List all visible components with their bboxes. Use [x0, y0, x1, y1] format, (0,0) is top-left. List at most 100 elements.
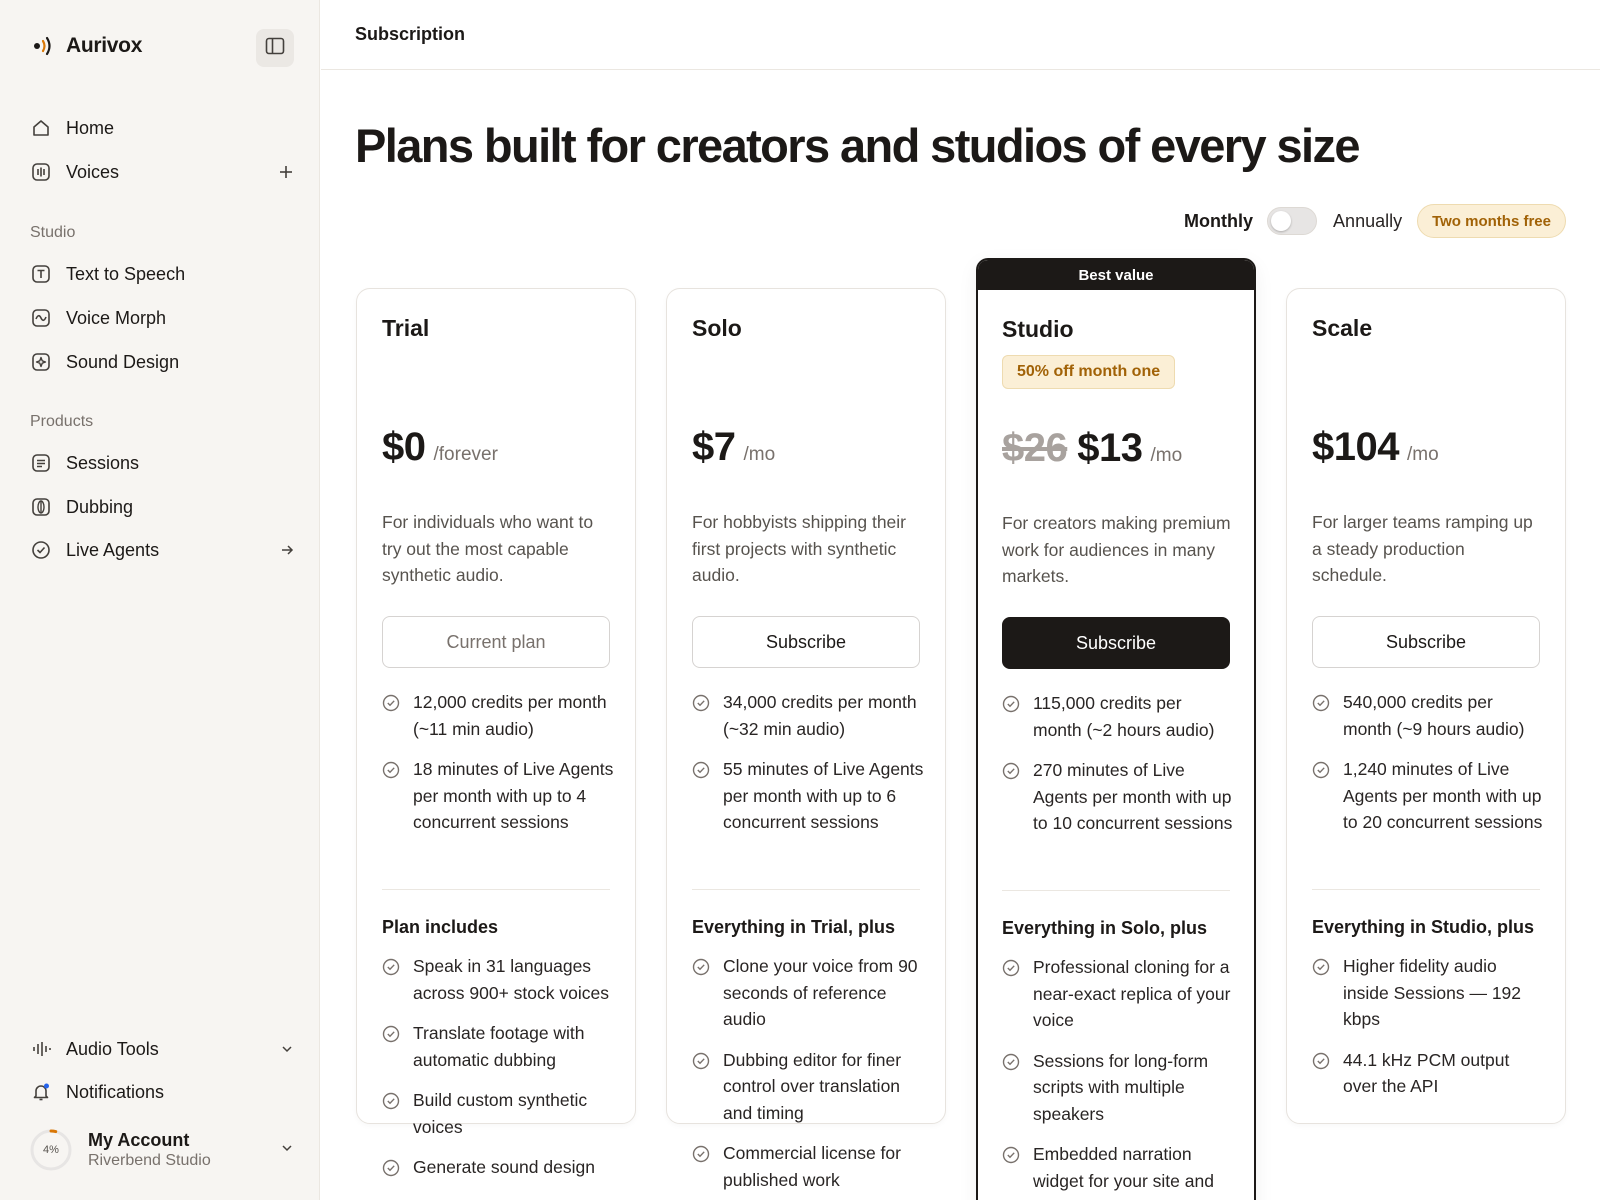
plan-includes-list: Speak in 31 languages across 900+ stock … [382, 953, 614, 1195]
sidebar-item-text-to-speech[interactable]: Text to Speech [30, 254, 300, 294]
feature-item: 540,000 credits per month (~9 hours audi… [1312, 689, 1544, 742]
account-name: My Account [88, 1130, 190, 1150]
sidebar-item-home[interactable]: Home [30, 108, 300, 148]
divider [1312, 889, 1540, 890]
check-circle-icon [382, 693, 400, 712]
sidebar-item-sound-design[interactable]: Sound Design [30, 342, 300, 382]
feature-item: Generate sound design [382, 1154, 614, 1181]
feature-text: Dubbing editor for finer control over tr… [723, 1049, 902, 1123]
toggle-knob [1271, 211, 1292, 231]
current-plan-button[interactable]: Current plan [382, 616, 610, 668]
price-row: $26 $13 /mo [1002, 426, 1182, 471]
sidebar-item-audio-tools[interactable]: Audio Tools [30, 1029, 300, 1069]
check-circle-icon [1312, 760, 1330, 779]
feature-item: 115,000 credits per month (~2 hours audi… [1002, 690, 1234, 743]
check-circle-icon [1002, 958, 1020, 977]
subscribe-button-solo[interactable]: Subscribe [692, 616, 920, 668]
sidebar-item-label: Notifications [66, 1081, 165, 1102]
sidebar-item-label: Live Agents [66, 539, 160, 560]
feature-text: 34,000 credits per month (~32 min audio) [723, 692, 917, 739]
brand-name: Aurivox [66, 34, 143, 57]
plan-period: /mo [1150, 445, 1183, 466]
feature-item: Clone your voice from 90 seconds of refe… [692, 953, 924, 1033]
sidebar-item-notifications[interactable]: Notifications [30, 1072, 300, 1112]
chevron-down-icon[interactable] [280, 1141, 294, 1160]
home-icon [30, 117, 52, 139]
discount-badge: 50% off month one [1002, 355, 1176, 389]
plan-name: Solo [692, 315, 742, 341]
feature-text: Professional cloning for a near-exact re… [1033, 957, 1231, 1030]
plan-period: /mo [743, 444, 776, 465]
feature-item: 1,240 minutes of Live Agents per month w… [1312, 756, 1544, 836]
arrow-right-icon[interactable] [280, 543, 294, 557]
plan-name: Trial [382, 315, 430, 341]
feature-text: Speak in 31 languages across 900+ stock … [413, 956, 609, 1003]
feature-text: Higher fidelity audio inside Sessions — … [1343, 956, 1522, 1029]
sidebar-item-live-agents[interactable]: Live Agents [30, 530, 300, 570]
plus-icon[interactable] [278, 164, 294, 180]
feature-text: Clone your voice from 90 seconds of refe… [723, 956, 918, 1029]
check-circle-icon [1312, 693, 1330, 712]
feature-item: 34,000 credits per month (~32 min audio) [692, 689, 924, 742]
billing-annual-label[interactable]: Annually [1333, 211, 1402, 232]
brand[interactable]: Aurivox [32, 34, 142, 58]
feature-item: Commercial license for published work [692, 1140, 924, 1193]
sidebar-item-label: Sound Design [66, 351, 180, 372]
feature-item: Build custom synthetic voices [382, 1087, 614, 1140]
collapse-sidebar-button[interactable] [256, 29, 294, 67]
check-circle-icon [1312, 957, 1330, 976]
chevron-down-icon[interactable] [280, 1042, 294, 1056]
plan-card-scale: Scale $104 /mo For larger teams ramping … [1286, 288, 1566, 1124]
plan-includes-list: Higher fidelity audio inside Sessions — … [1312, 953, 1544, 1114]
usage-label: 4% [43, 1144, 59, 1156]
sidebar-item-voices[interactable]: Voices [30, 152, 300, 192]
billing-toggle[interactable] [1267, 207, 1318, 235]
feature-text: Build custom synthetic voices [413, 1090, 588, 1137]
check-circle-icon [382, 957, 400, 976]
plan-description: For hobbyists shipping their first proje… [692, 512, 906, 585]
check-circle-icon [1312, 1051, 1330, 1069]
plan-period: /forever [433, 444, 498, 465]
plan-price: $104 [1312, 425, 1399, 469]
waveform-icon [30, 307, 52, 329]
plan-price: $0 [382, 425, 426, 469]
check-circle-icon [692, 957, 710, 976]
feature-item: 55 minutes of Live Agents per month with… [692, 756, 924, 836]
section-label-studio: Studio [30, 224, 76, 241]
sidebar-item-dubbing[interactable]: Dubbing [30, 487, 300, 527]
subscribe-button-scale[interactable]: Subscribe [1312, 616, 1540, 668]
feature-item: 270 minutes of Live Agents per month wit… [1002, 757, 1234, 837]
feature-text: 18 minutes of Live Agents per month with… [413, 759, 614, 832]
billing-monthly-label[interactable]: Monthly [1184, 211, 1253, 232]
feature-item: Sessions for long-form scripts with mult… [1002, 1048, 1234, 1128]
price-row: $0 /forever [382, 425, 498, 470]
logo-icon [32, 34, 56, 58]
feature-text: 12,000 credits per month (~11 min audio) [413, 692, 607, 739]
plan-description: For creators making premium work for aud… [1002, 513, 1231, 586]
feature-item: Dubbing editor for finer control over tr… [692, 1047, 924, 1127]
feature-text: 115,000 credits per month (~2 hours audi… [1033, 693, 1215, 740]
plan-feature-list: 34,000 credits per month (~32 min audio)… [692, 689, 924, 850]
sidebar-item-label: Sessions [66, 452, 140, 473]
price-row: $7 /mo [692, 425, 775, 470]
check-circle-icon [692, 1144, 710, 1163]
feature-text: 270 minutes of Live Agents per month wit… [1033, 760, 1233, 833]
plan-price: $13 [1077, 426, 1143, 470]
document-icon [30, 452, 52, 474]
account-switcher[interactable]: 4% My Account Riverbend Studio [30, 1126, 300, 1174]
feature-item: Higher fidelity audio inside Sessions — … [1312, 953, 1544, 1033]
check-circle-icon [1002, 761, 1020, 780]
sidebar-item-label: Voice Morph [66, 307, 167, 328]
includes-title: Plan includes [382, 917, 499, 937]
check-circle-icon [382, 760, 400, 779]
plan-name: Scale [1312, 315, 1373, 341]
includes-title: Everything in Solo, plus [1002, 918, 1208, 938]
feature-item: 44.1 kHz PCM output over the API [1312, 1047, 1544, 1100]
sidebar-item-voice-morph[interactable]: Voice Morph [30, 298, 300, 338]
billing-period-switch: Monthly Annually Two months free [1184, 204, 1566, 238]
section-label-products: Products [30, 413, 94, 430]
subscribe-button-studio[interactable]: Subscribe [1002, 617, 1230, 669]
plan-name: Studio [1002, 316, 1074, 342]
plan-card-solo: Solo $7 /mo For hobbyists shipping their… [666, 288, 946, 1190]
sidebar-item-sessions[interactable]: Sessions [30, 443, 300, 483]
